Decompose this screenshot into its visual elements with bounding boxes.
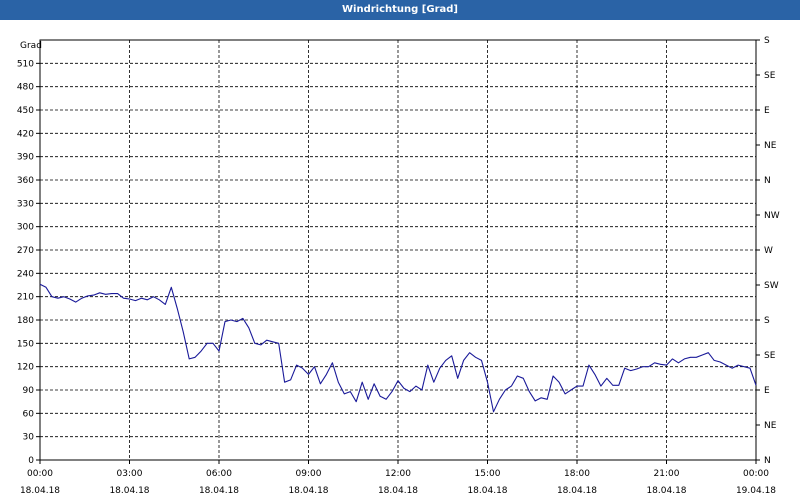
y-tick-label: 150 — [17, 339, 34, 349]
compass-label: SW — [764, 281, 779, 291]
compass-label: E — [764, 386, 770, 396]
y-tick-label: 450 — [17, 106, 34, 116]
x-tick-date-label: 18.04.18 — [646, 486, 686, 496]
x-tick-time-label: 15:00 — [475, 469, 501, 479]
x-tick-time-label: 21:00 — [654, 469, 680, 479]
x-tick-date-label: 18.04.18 — [199, 486, 239, 496]
y-tick-label: 30 — [23, 433, 35, 443]
x-tick-date-label: 18.04.18 — [20, 486, 60, 496]
wind-direction-chart: Grad 0 30 60 90 120 150 180 210 240 270 300 330 360 3… — [17, 36, 780, 496]
compass-label: NW — [764, 211, 780, 221]
compass-label: E — [764, 106, 770, 116]
chart-title: Windrichtung [Grad] — [0, 0, 800, 20]
x-tick-date-label: 18.04.18 — [109, 486, 149, 496]
x-tick-time-label: 18:00 — [564, 469, 590, 479]
compass-label: N — [764, 176, 771, 186]
compass-label: W — [764, 246, 773, 256]
x-tick-time-label: 03:00 — [117, 469, 143, 479]
y-tick-label: 0 — [28, 456, 34, 466]
y-tick-label: 180 — [17, 316, 34, 326]
y-tick-label: 510 — [17, 59, 34, 69]
x-tick-date-label: 18.04.18 — [557, 486, 597, 496]
y-tick-label: 270 — [17, 246, 34, 256]
compass-label: S — [764, 36, 770, 46]
y-tick-label: 390 — [17, 153, 34, 163]
compass-label: S — [764, 316, 770, 326]
x-tick-time-label: 09:00 — [296, 469, 322, 479]
x-tick-date-label: 18.04.18 — [288, 486, 328, 496]
x-tick-time-label: 00:00 — [743, 469, 769, 479]
x-tick-time-label: 06:00 — [206, 469, 232, 479]
y-tick-label: 210 — [17, 293, 34, 303]
compass-label: SE — [764, 351, 776, 361]
y-axis-label: Grad — [20, 41, 42, 51]
y-tick-label: 90 — [23, 386, 35, 396]
x-tick-time-label: 00:00 — [27, 469, 53, 479]
y-tick-label: 300 — [17, 223, 34, 233]
y-tick-label: 330 — [17, 199, 34, 209]
compass-label: SE — [764, 71, 776, 81]
x-tick-date-label: 18.04.18 — [378, 486, 418, 496]
y-tick-label: 120 — [17, 363, 34, 373]
x-tick-date-label: 19.04.18 — [736, 486, 776, 496]
compass-label: NE — [764, 141, 777, 151]
y-tick-label: 480 — [17, 83, 34, 93]
compass-label: NE — [764, 421, 777, 431]
x-tick-date-label: 18.04.18 — [467, 486, 507, 496]
x-tick-time-label: 12:00 — [385, 469, 411, 479]
y-tick-label: 60 — [23, 409, 35, 419]
y-tick-label: 240 — [17, 269, 34, 279]
compass-label: N — [764, 456, 771, 466]
y-tick-label: 420 — [17, 129, 34, 139]
y-tick-label: 360 — [17, 176, 34, 186]
